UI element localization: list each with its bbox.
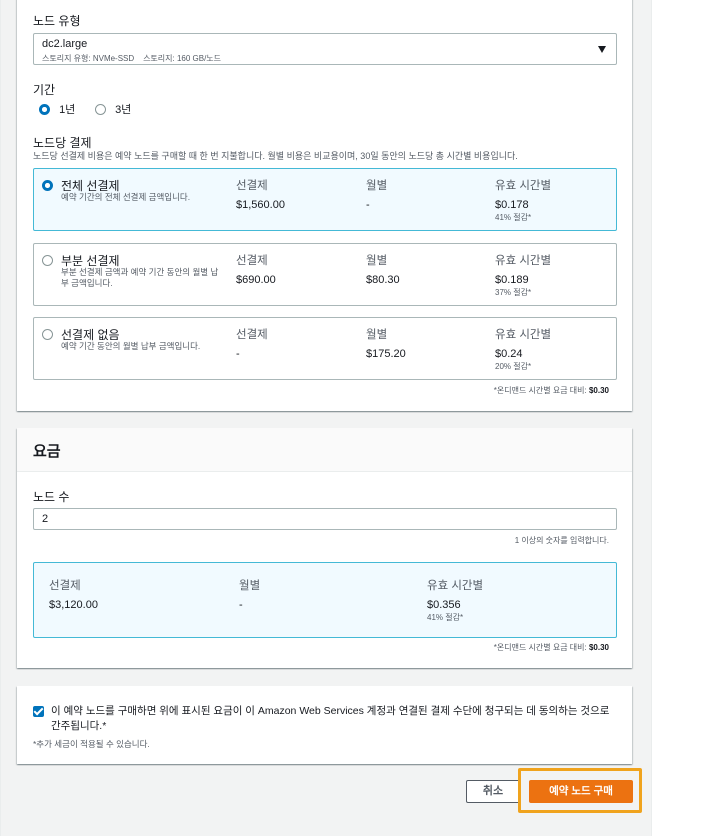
radio-selected-icon[interactable]: [42, 180, 53, 191]
monthly-value: $175.20: [366, 348, 406, 360]
radio-selected-icon[interactable]: [39, 103, 50, 115]
monthly-value: -: [366, 199, 370, 211]
total-upfront-column: 선결제 $3,120.00: [49, 580, 98, 611]
pricing-heading: 요금: [33, 443, 61, 460]
hourly-value: $0.189: [495, 274, 529, 286]
node-type-value: dc2.large: [42, 38, 88, 50]
caret-down-icon: [598, 46, 606, 53]
tax-note: *추가 세금이 적용될 수 있습니다.: [33, 739, 150, 749]
pricing-footnote: *온디맨드 시간별 요금 대비: $0.30: [493, 643, 609, 652]
hourly-column: 유효 시간별 $0.24 20% 절감*: [495, 329, 552, 371]
hourly-column: 유효 시간별 $0.178 41% 절감*: [495, 180, 552, 222]
term-option-label: 1년: [59, 104, 76, 116]
payment-option-partial-upfront[interactable]: 부분 선결제 부분 선결제 금액과 예약 기간 동안의 월별 납부 금액입니다.…: [33, 243, 617, 306]
monthly-column: 월별 -: [366, 180, 388, 211]
radio-icon[interactable]: [42, 329, 53, 340]
total-hourly-value: $0.356: [427, 599, 461, 611]
on-demand-footnote: *온디맨드 시간별 요금 대비: $0.30: [493, 386, 609, 395]
pricing-header: [17, 428, 632, 472]
total-monthly-column: 월별 -: [239, 580, 261, 611]
savings-note: 41% 절감*: [427, 613, 464, 622]
radio-icon[interactable]: [42, 255, 53, 266]
purchase-reserved-node-button[interactable]: 예약 노드 구매: [529, 780, 633, 803]
term-option-3yr[interactable]: 3년: [95, 101, 131, 117]
pricing-summary: 선결제 $3,120.00 월별 - 유효 시간별 $0.356 41% 절감*: [33, 562, 617, 638]
payment-option-no-upfront[interactable]: 선결제 없음 예약 기간 동안의 월별 납부 금액입니다. 선결제 - 월별 $…: [33, 317, 617, 380]
upfront-column: 선결제 -: [236, 329, 268, 360]
hourly-column: 유효 시간별 $0.189 37% 절감*: [495, 255, 552, 297]
total-hourly-column: 유효 시간별 $0.356 41% 절감*: [427, 580, 484, 622]
upfront-value: -: [236, 348, 240, 360]
savings-note: 41% 절감*: [495, 213, 532, 222]
term-label: 기간: [33, 83, 56, 97]
upfront-value: $1,560.00: [236, 199, 285, 211]
savings-note: 20% 절감*: [495, 362, 532, 371]
node-count-label: 노드 수: [33, 490, 70, 504]
monthly-value: $80.30: [366, 274, 400, 286]
hourly-value: $0.24: [495, 348, 523, 360]
payment-description: 노드당 선결제 비용은 예약 노드를 구매할 때 한 번 지불합니다. 월별 비…: [33, 151, 518, 161]
node-type-storage: 스토리지 유형: NVMe-SSD 스토리지: 160 GB/노드: [42, 54, 222, 63]
upfront-column: 선결제 $690.00: [236, 255, 276, 286]
option-description: 부분 선결제 금액과 예약 기간 동안의 월별 납부 금액입니다.: [61, 267, 219, 288]
term-option-1yr[interactable]: 1년: [39, 101, 75, 117]
node-type-label: 노드 유형: [33, 14, 81, 28]
upfront-value: $690.00: [236, 274, 276, 286]
hourly-value: $0.178: [495, 199, 529, 211]
upfront-column: 선결제 $1,560.00: [236, 180, 285, 211]
total-monthly-value: -: [239, 599, 243, 611]
node-count-input[interactable]: 2: [33, 508, 617, 530]
agreement-text: 이 예약 노드를 구매하면 위에 표시된 요금이 이 Amazon Web Se…: [51, 705, 610, 732]
option-description: 예약 기간의 전체 선결제 금액입니다.: [61, 192, 191, 202]
cancel-button[interactable]: 취소: [466, 780, 520, 803]
monthly-column: 월별 $175.20: [366, 329, 406, 360]
option-description: 예약 기간 동안의 월별 납부 금액입니다.: [61, 341, 201, 351]
total-upfront-value: $3,120.00: [49, 599, 98, 611]
monthly-column: 월별 $80.30: [366, 255, 400, 286]
agreement-checkbox[interactable]: [33, 706, 44, 717]
radio-icon[interactable]: [95, 103, 106, 115]
term-option-label: 3년: [115, 104, 132, 116]
node-type-select[interactable]: dc2.large 스토리지 유형: NVMe-SSD 스토리지: 160 GB…: [33, 33, 617, 65]
node-count-hint: 1 이상의 숫자를 입력합니다.: [514, 536, 609, 545]
payment-option-all-upfront[interactable]: 전체 선결제 예약 기간의 전체 선결제 금액입니다. 선결제 $1,560.0…: [33, 168, 617, 231]
savings-note: 37% 절감*: [495, 288, 532, 297]
